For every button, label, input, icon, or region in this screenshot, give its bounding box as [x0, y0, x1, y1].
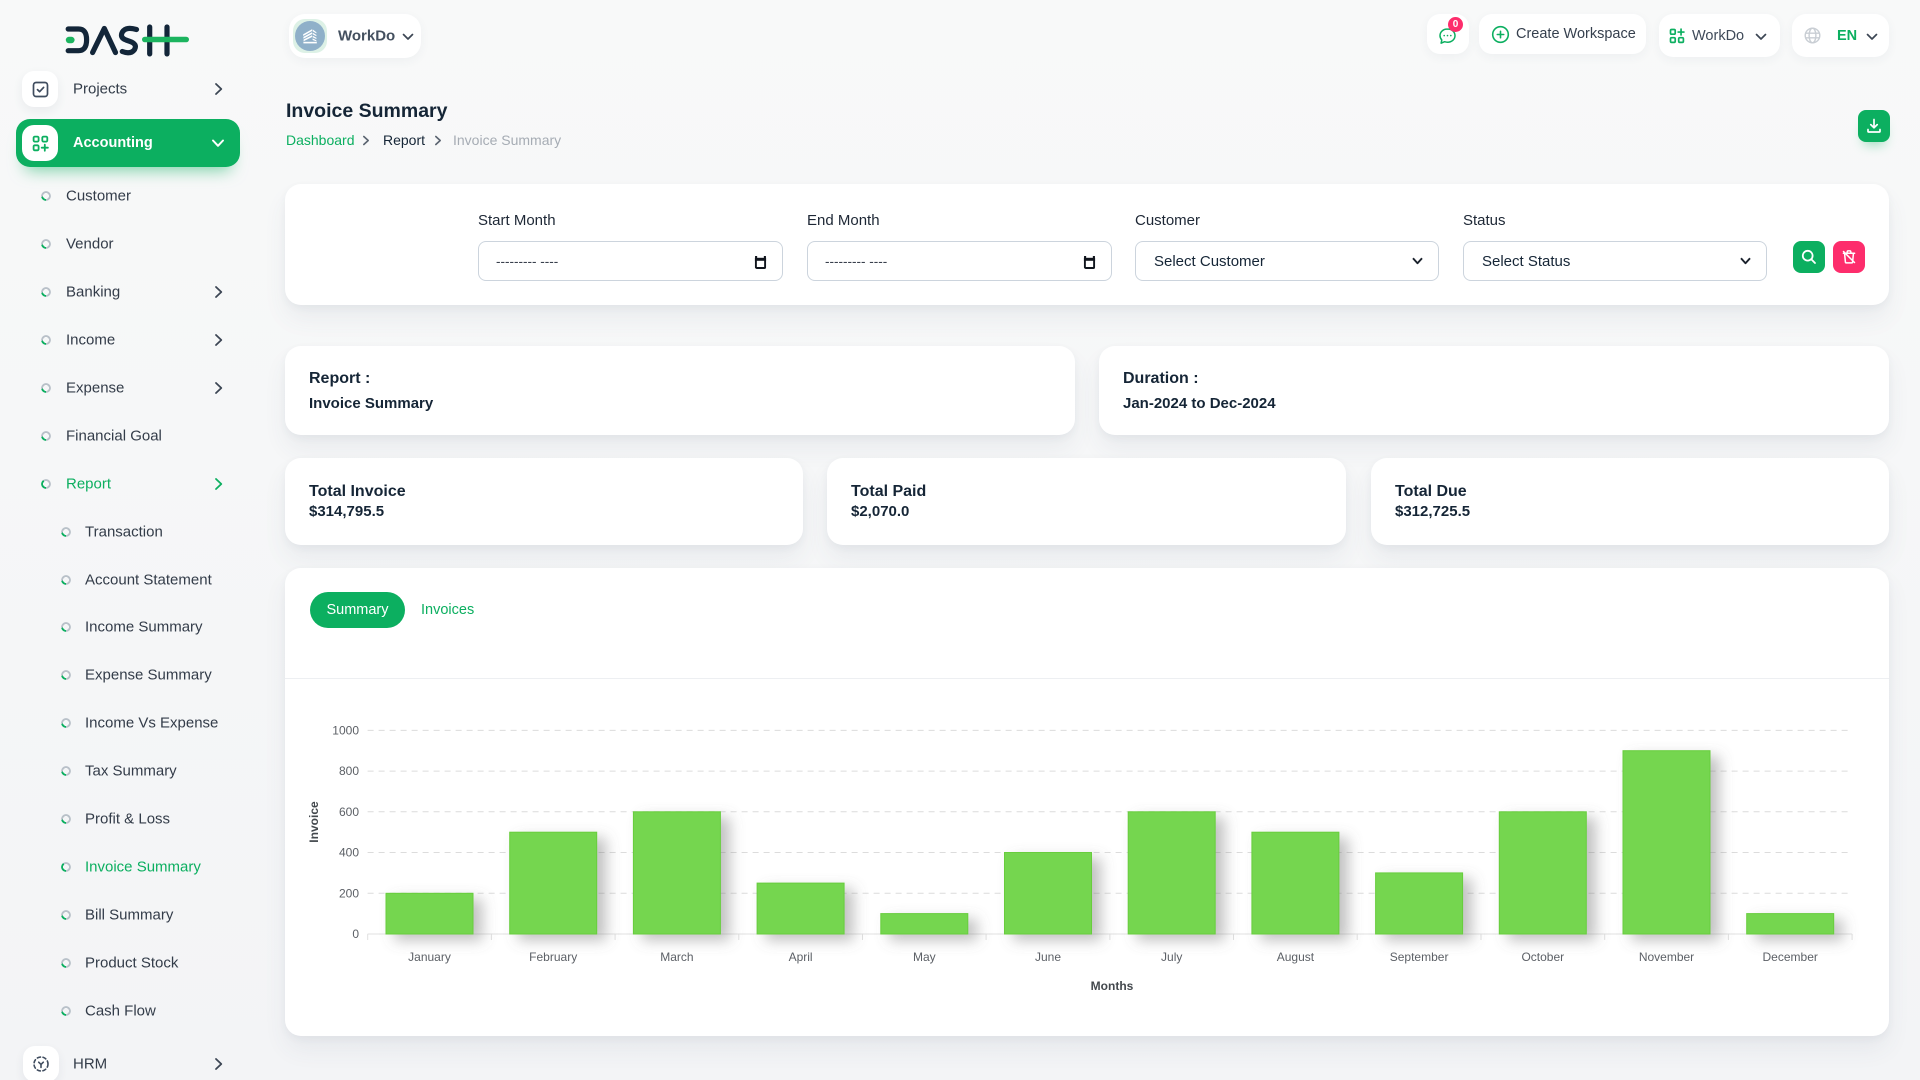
svg-text:September: September	[1390, 950, 1449, 964]
svg-text:0: 0	[352, 927, 359, 941]
svg-text:October: October	[1521, 950, 1564, 964]
svg-text:600: 600	[339, 805, 359, 819]
svg-text:400: 400	[339, 846, 359, 860]
svg-text:1000: 1000	[332, 723, 359, 737]
svg-text:May: May	[913, 950, 936, 964]
svg-text:November: November	[1639, 950, 1694, 964]
svg-text:June: June	[1035, 950, 1061, 964]
svg-text:800: 800	[339, 764, 359, 778]
svg-text:July: July	[1161, 950, 1182, 964]
svg-text:April: April	[789, 950, 813, 964]
svg-text:March: March	[660, 950, 693, 964]
svg-text:Months: Months	[1091, 979, 1134, 993]
svg-text:August: August	[1277, 950, 1315, 964]
svg-text:Invoice: Invoice	[307, 801, 321, 843]
svg-text:February: February	[529, 950, 577, 964]
svg-text:December: December	[1763, 950, 1818, 964]
svg-text:200: 200	[339, 886, 359, 900]
svg-text:January: January	[408, 950, 451, 964]
